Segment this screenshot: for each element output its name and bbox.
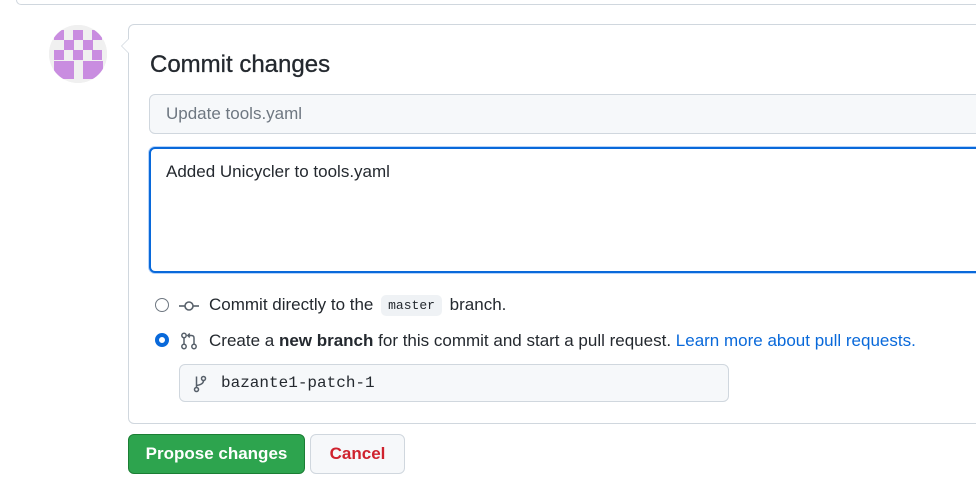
- identicon-icon: [49, 25, 107, 83]
- commit-direct-prefix: Commit directly to the: [209, 295, 374, 314]
- branch-name-value: bazante1-patch-1: [221, 374, 375, 392]
- new-branch-radio[interactable]: [155, 333, 169, 347]
- new-branch-prefix: Create a: [209, 331, 275, 350]
- branch-name-field[interactable]: bazante1-patch-1: [179, 364, 729, 402]
- previous-section-border: [16, 0, 976, 5]
- avatar[interactable]: [49, 25, 107, 83]
- branch-code: master: [381, 295, 442, 316]
- speech-arrow-fill: [122, 39, 129, 53]
- commit-direct-radio[interactable]: [155, 298, 169, 312]
- new-branch-suffix: for this commit and start a pull request…: [378, 331, 672, 350]
- commit-direct-suffix: branch.: [449, 295, 507, 314]
- new-branch-bold: new branch: [278, 331, 374, 350]
- cancel-button[interactable]: Cancel: [310, 434, 405, 474]
- propose-changes-button[interactable]: Propose changes: [128, 434, 305, 474]
- commit-description-textarea[interactable]: Added Unicycler to tools.yaml: [149, 147, 976, 273]
- commit-direct-label[interactable]: Commit directly to the master branch.: [209, 295, 506, 317]
- git-branch-icon: [193, 375, 207, 393]
- git-commit-icon: [179, 301, 199, 311]
- new-branch-label[interactable]: Create a new branch for this commit and …: [209, 331, 916, 351]
- learn-more-link[interactable]: Learn more about pull requests.: [676, 331, 916, 350]
- commit-title: Commit changes: [150, 51, 331, 78]
- commit-summary-input[interactable]: [149, 94, 976, 134]
- git-pull-request-icon: [181, 332, 197, 350]
- commit-changes-box: Commit changes Added Unicycler to tools.…: [121, 24, 976, 424]
